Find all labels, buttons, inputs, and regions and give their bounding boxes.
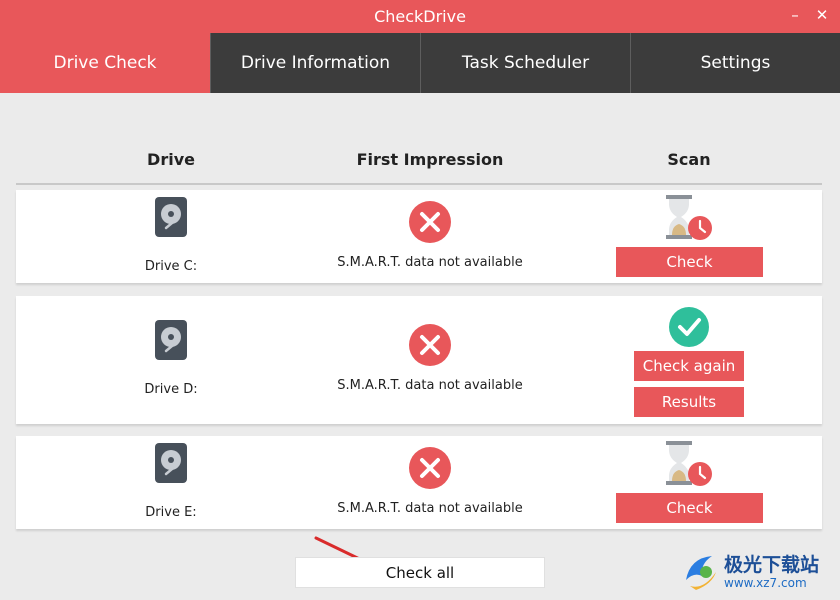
- hard-drive-icon: [155, 443, 187, 483]
- title-bar: CheckDrive – ✕: [0, 0, 840, 33]
- drive-label: Drive D:: [144, 382, 198, 397]
- tab-drive-check[interactable]: Drive Check: [0, 33, 210, 93]
- hourglass-clock-icon: [666, 441, 712, 486]
- drive-row-d: Drive D: S.M.A.R.T. data not available C…: [16, 296, 822, 424]
- smart-status-text: S.M.A.R.T. data not available: [337, 255, 523, 270]
- watermark-url: www.xz7.com: [724, 576, 807, 590]
- tab-task-scheduler[interactable]: Task Scheduler: [420, 33, 630, 93]
- results-button[interactable]: Results: [634, 387, 744, 417]
- drive-row-e: Drive E: S.M.A.R.T. data not available C…: [16, 436, 822, 529]
- header-divider: [16, 183, 822, 185]
- watermark-logo-icon: [686, 556, 716, 590]
- check-button[interactable]: Check: [616, 247, 763, 277]
- error-x-icon: [409, 447, 451, 489]
- checkmark-ok-icon: [669, 307, 709, 347]
- tab-bar: Drive Check Drive Information Task Sched…: [0, 33, 840, 93]
- drive-row-c: Drive C: S.M.A.R.T. data not available C…: [16, 190, 822, 283]
- tab-drive-information[interactable]: Drive Information: [210, 33, 420, 93]
- check-all-button[interactable]: Check all: [295, 557, 545, 588]
- error-x-icon: [409, 201, 451, 243]
- hard-drive-icon: [155, 197, 187, 237]
- tab-settings[interactable]: Settings: [630, 33, 840, 93]
- hard-drive-icon: [155, 320, 187, 360]
- close-button[interactable]: ✕: [812, 6, 832, 24]
- column-header-scan: Scan: [667, 150, 711, 169]
- error-x-icon: [409, 324, 451, 366]
- window-title: CheckDrive: [374, 7, 466, 26]
- smart-status-text: S.M.A.R.T. data not available: [337, 501, 523, 516]
- hourglass-clock-icon: [666, 195, 712, 240]
- minimize-button[interactable]: –: [785, 6, 805, 24]
- check-again-button[interactable]: Check again: [634, 351, 744, 381]
- check-button[interactable]: Check: [616, 493, 763, 523]
- column-header-first-impression: First Impression: [356, 150, 504, 169]
- watermark: 极光下载站 www.xz7.com: [680, 545, 840, 600]
- column-header-drive: Drive: [147, 150, 195, 169]
- smart-status-text: S.M.A.R.T. data not available: [337, 378, 523, 393]
- drive-label: Drive C:: [144, 259, 198, 274]
- drive-label: Drive E:: [145, 505, 197, 520]
- watermark-brand: 极光下载站: [724, 554, 820, 576]
